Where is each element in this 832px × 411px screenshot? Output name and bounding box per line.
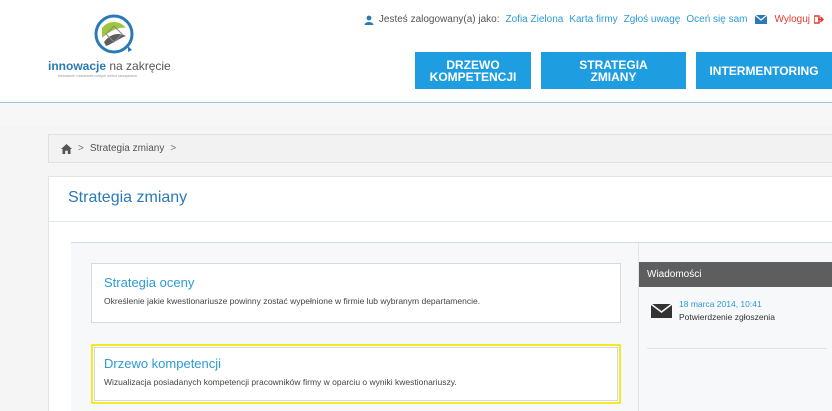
header-band: [0, 103, 832, 126]
site-logo[interactable]: innowacje na zakręcie testowanie i wdraż…: [48, 14, 183, 84]
breadcrumb: > Strategia zmiany >: [48, 134, 832, 163]
logo-text: innowacje na zakręcie: [48, 59, 171, 73]
page-title: Strategia zmiany: [68, 189, 188, 206]
breadcrumb-separator: >: [170, 143, 177, 154]
card-title[interactable]: Strategia oceny: [104, 275, 194, 290]
card-title[interactable]: Drzewo kompetencji: [104, 356, 221, 371]
user-name-link[interactable]: Zofia Zielona: [506, 14, 564, 25]
logout-icon[interactable]: [814, 15, 824, 24]
page: innowacje na zakręcie testowanie i wdraż…: [0, 0, 832, 411]
company-card-link[interactable]: Karta firmy: [569, 14, 617, 25]
nav-intermentoring[interactable]: INTERMENTORING: [696, 52, 832, 89]
logout-link[interactable]: Wyloguj: [775, 14, 810, 25]
main-panel: Strategia zmiany Strategia oceny Określe…: [48, 176, 832, 411]
messages-sidebar: Wiadomości 18 marca 2014, 10:41 Potwierd…: [638, 243, 832, 411]
user-bar: Jesteś zalogowany(a) jako: Zofia Zielona…: [364, 14, 824, 25]
self-assessment-link[interactable]: Oceń się sam: [686, 14, 747, 25]
user-icon: [364, 15, 374, 25]
logged-in-label: Jesteś zalogowany(a) jako:: [378, 14, 500, 25]
message-divider: [647, 348, 827, 349]
card-description: Określenie jakie kwestionariusze powinny…: [104, 296, 481, 306]
card-competence-tree[interactable]: Drzewo kompetencji Wizualizacja posiadan…: [91, 344, 621, 404]
message-date[interactable]: 18 marca 2014, 10:41: [679, 299, 762, 309]
message-text: Potwierdzenie zgłoszenia: [679, 312, 775, 322]
logo-tagline: testowanie i wdrażanie nowych metod zarz…: [58, 74, 137, 78]
nav-competence-tree[interactable]: DRZEWO KOMPETENCJI: [415, 52, 531, 89]
messages-header: Wiadomości: [639, 262, 832, 287]
mail-icon[interactable]: [754, 15, 767, 24]
logo-emblem-icon: [94, 14, 134, 54]
site-header: innowacje na zakręcie testowanie i wdraż…: [0, 0, 832, 103]
breadcrumb-item-change-strategy[interactable]: Strategia zmiany: [90, 143, 164, 154]
card-assessment-strategy[interactable]: Strategia oceny Określenie jakie kwestio…: [91, 263, 621, 323]
envelope-icon: [651, 304, 672, 318]
card-description: Wizualizacja posiadanych kompetencji pra…: [104, 377, 457, 387]
nav-change-strategy[interactable]: STRATEGIA ZMIANY: [541, 52, 686, 89]
report-issue-link[interactable]: Zgłoś uwagę: [624, 14, 681, 25]
home-icon[interactable]: [61, 143, 72, 154]
breadcrumb-separator: >: [78, 143, 84, 154]
content-area: Strategia oceny Określenie jakie kwestio…: [71, 242, 832, 411]
panel-divider: [49, 221, 832, 222]
